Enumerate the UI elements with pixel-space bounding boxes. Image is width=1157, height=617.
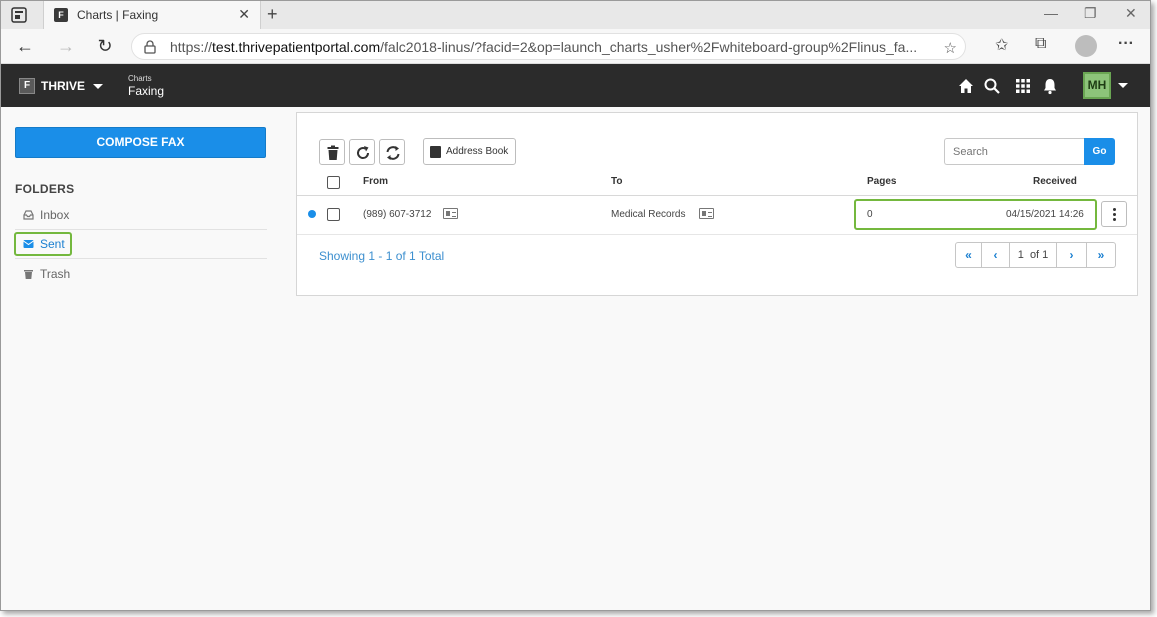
inbox-icon — [23, 210, 34, 220]
trash-icon — [327, 145, 339, 160]
sent-highlight-box — [14, 232, 72, 256]
favicon-icon: F — [54, 8, 68, 22]
unread-indicator — [308, 210, 316, 218]
search-input[interactable] — [944, 138, 1084, 165]
restore-icon[interactable]: ❐ — [1084, 5, 1097, 22]
lock-icon — [144, 40, 156, 54]
page-title: Faxing — [128, 84, 165, 98]
column-header-to[interactable]: To — [611, 176, 622, 187]
refresh-icon — [357, 146, 370, 159]
current-page-indicator: 1 of 1 — [1010, 243, 1057, 267]
delete-button[interactable] — [319, 139, 345, 165]
compose-fax-button[interactable]: COMPOSE FAX — [15, 127, 266, 158]
reload-icon[interactable]: ↻ — [95, 36, 115, 56]
next-page-button[interactable]: › — [1057, 243, 1087, 267]
forward-icon[interactable]: → — [56, 36, 76, 56]
more-options-icon[interactable]: ··· — [1118, 35, 1134, 53]
address-book-button[interactable]: Address Book — [423, 138, 516, 165]
breadcrumb-parent: Charts — [128, 74, 152, 83]
url-text: https://test.thrivepatientportal.com/fal… — [170, 39, 918, 55]
previous-page-button[interactable]: ‹ — [982, 243, 1010, 267]
favorites-icon[interactable]: ✩ — [995, 35, 1008, 55]
cell-to[interactable]: Medical Records — [611, 209, 685, 220]
refresh-button[interactable] — [349, 139, 375, 165]
sync-button[interactable] — [379, 139, 405, 165]
column-header-received[interactable]: Received — [1033, 176, 1077, 187]
pages-received-highlight-box — [854, 199, 1097, 230]
column-header-from[interactable]: From — [363, 176, 388, 187]
sync-icon — [386, 146, 400, 160]
minimize-icon[interactable]: — — [1044, 5, 1058, 21]
home-icon[interactable] — [957, 77, 975, 95]
folder-label: Inbox — [40, 208, 70, 222]
pagination: « ‹ 1 of 1 › » — [955, 242, 1116, 268]
total-pages: of 1 — [1029, 249, 1049, 261]
column-header-pages[interactable]: Pages — [867, 176, 896, 187]
cell-from[interactable]: (989) 607-3712 — [363, 209, 431, 220]
window-menu-icon[interactable] — [11, 7, 27, 23]
header-divider — [297, 195, 1137, 196]
tab-title: Charts | Faxing — [77, 8, 159, 22]
browser-tab[interactable]: F Charts | Faxing ✕ — [43, 1, 261, 29]
search-icon[interactable] — [983, 77, 1001, 95]
user-menu-chevron-icon[interactable] — [1118, 83, 1128, 88]
folder-inbox[interactable]: Inbox — [15, 201, 267, 230]
new-tab-icon[interactable]: + — [267, 4, 278, 25]
chevron-down-icon — [93, 83, 104, 89]
folder-trash[interactable]: Trash — [15, 260, 267, 289]
back-icon[interactable]: ← — [15, 36, 35, 56]
first-page-button[interactable]: « — [956, 243, 982, 267]
row-actions-button[interactable] — [1101, 201, 1127, 227]
current-page: 1 — [1017, 249, 1024, 261]
results-count: Showing 1 - 1 of 1 Total — [319, 249, 445, 263]
brand-name: THRIVE — [41, 79, 86, 93]
go-button[interactable]: Go — [1084, 138, 1115, 165]
bell-icon[interactable] — [1041, 77, 1059, 95]
row-checkbox[interactable] — [327, 208, 340, 221]
brand-menu[interactable]: F THRIVE — [19, 77, 104, 95]
browser-window: F Charts | Faxing ✕ + — ❐ ✕ ← → ↻ https:… — [0, 0, 1151, 611]
contact-card-icon[interactable] — [443, 208, 458, 219]
collections-icon[interactable]: ⧉ — [1035, 35, 1046, 53]
app-header: F THRIVE Charts Faxing MH — [1, 64, 1150, 107]
tab-strip: F Charts | Faxing ✕ + — ❐ ✕ — [1, 1, 1150, 29]
breadcrumb: Charts Faxing — [128, 74, 164, 98]
user-avatar[interactable]: MH — [1083, 72, 1111, 99]
address-book-label: Address Book — [446, 146, 509, 157]
fax-list-panel: Address Book Go From To Pages Received (… — [296, 112, 1138, 296]
url-field[interactable]: https://test.thrivepatientportal.com/fal… — [131, 33, 966, 60]
trash-icon — [24, 270, 33, 279]
add-favorite-icon[interactable]: ☆ — [944, 39, 957, 57]
row-divider — [297, 234, 1137, 235]
close-window-icon[interactable]: ✕ — [1125, 5, 1137, 22]
close-tab-icon[interactable]: ✕ — [238, 6, 250, 23]
contact-card-icon[interactable] — [699, 208, 714, 219]
profile-avatar[interactable] — [1075, 35, 1097, 57]
folder-label: Trash — [40, 267, 71, 281]
thrive-logo: F — [19, 78, 35, 94]
address-bar: ← → ↻ https://test.thrivepatientportal.c… — [1, 29, 1150, 64]
folders-heading: FOLDERS — [15, 182, 75, 196]
select-all-checkbox[interactable] — [327, 176, 340, 189]
last-page-button[interactable]: » — [1087, 243, 1115, 267]
apps-grid-icon[interactable] — [1014, 77, 1032, 95]
contact-book-icon — [430, 146, 441, 158]
